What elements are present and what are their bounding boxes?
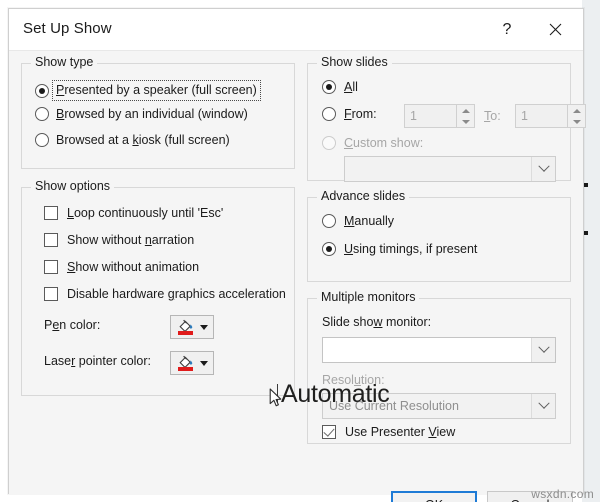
show-slides-group: Show slides All From: 1 To: 1 Custom sho… — [307, 55, 586, 182]
close-icon — [549, 23, 562, 36]
watermark: wsxdn.com — [531, 487, 594, 501]
radio-indicator-kiosk — [35, 133, 49, 147]
radio-label-presented: Presented by a speaker (full screen) — [56, 83, 257, 97]
resolution-dropdown-button[interactable] — [531, 394, 555, 418]
slide-show-monitor-combobox[interactable] — [322, 337, 556, 363]
radio-browsed-by-individual[interactable]: Browsed by an individual (window) — [35, 107, 248, 121]
multiple-monitors-legend: Multiple monitors — [317, 290, 420, 304]
advance-slides-group: Advance slides Manually Using timings, i… — [307, 189, 571, 282]
checkbox-label-loop: Loop continuously until 'Esc' — [67, 206, 224, 220]
slide-show-monitor-label-row: Slide show monitor: — [322, 315, 431, 329]
help-button[interactable]: ? — [485, 9, 529, 50]
ink-bottle-icon — [177, 318, 195, 336]
checkbox-indicator-hwaccel — [44, 287, 58, 301]
radio-indicator-from — [322, 107, 336, 121]
checkbox-label-animation: Show without animation — [67, 260, 200, 274]
dialog-titlebar: Set Up Show ? — [9, 9, 583, 51]
radio-label-timings: Using timings, if present — [344, 242, 478, 256]
chevron-down-icon-custom — [537, 160, 550, 172]
slide-show-monitor-value[interactable]: Automatic — [281, 381, 390, 407]
checkbox-show-without-narration[interactable]: Show without narration — [44, 233, 194, 247]
checkbox-label-presenter-view: Use Presenter View — [345, 425, 456, 439]
pen-color-label-row: Pen color: — [44, 318, 100, 332]
custom-show-dropdown-button[interactable] — [531, 157, 555, 181]
to-slide-label-row: To: — [484, 109, 501, 123]
mouse-cursor — [269, 388, 283, 413]
checkbox-show-without-animation[interactable]: Show without animation — [44, 260, 199, 274]
checkbox-indicator-narration — [44, 233, 58, 247]
radio-label-custom: Custom show: — [344, 136, 424, 150]
to-slide-spin-buttons[interactable] — [567, 104, 586, 128]
show-options-legend: Show options — [31, 179, 115, 193]
advance-slides-legend: Advance slides — [317, 189, 410, 203]
checkbox-label-narration: Show without narration — [67, 233, 195, 247]
show-type-legend: Show type — [31, 55, 98, 69]
radio-advance-manually[interactable]: Manually — [322, 214, 394, 228]
desktop-background-strip — [582, 0, 600, 502]
to-spin-up-button[interactable] — [568, 105, 585, 116]
dialog-title: Set Up Show — [23, 20, 112, 37]
to-slide-label: To: — [484, 109, 501, 123]
custom-show-combobox[interactable] — [344, 156, 556, 182]
slide-show-monitor-label: Slide show monitor: — [322, 315, 432, 329]
checkbox-disable-hw-accel[interactable]: Disable hardware graphics acceleration — [44, 287, 286, 301]
radio-label-manually: Manually — [344, 214, 395, 228]
from-spin-down-button[interactable] — [457, 116, 474, 127]
to-spin-down-button[interactable] — [568, 116, 585, 127]
checkbox-indicator-animation — [44, 260, 58, 274]
radio-label-all: All — [344, 80, 358, 94]
radio-advance-using-timings[interactable]: Using timings, if present — [322, 242, 477, 256]
checkbox-loop-continuously[interactable]: Loop continuously until 'Esc' — [44, 206, 223, 220]
chevron-down-icon-pen — [199, 324, 208, 330]
radio-custom-show[interactable]: Custom show: — [322, 136, 423, 150]
radio-presented-by-speaker[interactable]: Presented by a speaker (full screen) — [35, 80, 261, 101]
show-slides-legend: Show slides — [317, 55, 392, 69]
radio-indicator-manually — [322, 214, 336, 228]
from-slide-stepper[interactable]: 1 — [404, 104, 475, 128]
from-slide-value[interactable]: 1 — [404, 104, 456, 128]
radio-label-kiosk: Browsed at a kiosk (full screen) — [56, 133, 230, 147]
chevron-down-icon-monitor — [537, 341, 550, 353]
from-slide-spin-buttons[interactable] — [456, 104, 475, 128]
radio-from-to-slides[interactable]: From: — [322, 107, 377, 121]
ok-button[interactable]: OK — [391, 491, 477, 502]
checkbox-label-hwaccel: Disable hardware graphics acceleration — [67, 287, 286, 301]
laser-pointer-color-label: Laser pointer color: — [44, 354, 152, 368]
question-mark-icon: ? — [502, 20, 512, 38]
checkbox-use-presenter-view[interactable]: Use Presenter View — [322, 425, 455, 439]
set-up-show-dialog: Set Up Show ? Show type Presented by a s… — [8, 8, 586, 502]
chevron-down-icon-resolution — [537, 397, 550, 409]
pen-color-swatch — [177, 331, 193, 335]
radio-all-slides[interactable]: All — [322, 80, 358, 94]
show-options-group: Show options Loop continuously until 'Es… — [21, 179, 295, 396]
pen-color-label: Pen color: — [44, 318, 101, 332]
focus-ring-presented: Presented by a speaker (full screen) — [52, 80, 261, 101]
show-type-group: Show type Presented by a speaker (full s… — [21, 55, 295, 169]
screenshot-root: Set Up Show ? Show type Presented by a s… — [0, 0, 600, 502]
checkbox-indicator-loop — [44, 206, 58, 220]
ink-bottle-icon-laser — [177, 354, 195, 372]
to-slide-value[interactable]: 1 — [515, 104, 567, 128]
multiple-monitors-group: Multiple monitors Slide show monitor: Re… — [307, 290, 571, 444]
pen-color-button[interactable] — [170, 315, 214, 339]
radio-indicator-individual — [35, 107, 49, 121]
dialog-body: Show type Presented by a speaker (full s… — [9, 51, 586, 502]
radio-indicator-all — [322, 80, 336, 94]
laser-pointer-color-button[interactable] — [170, 351, 214, 375]
checkbox-indicator-presenter-view — [322, 425, 336, 439]
radio-label-from: From: — [344, 107, 377, 121]
radio-indicator-presented — [35, 83, 49, 98]
radio-indicator-custom — [322, 136, 336, 150]
monitor-dropdown-button[interactable] — [531, 338, 555, 362]
laser-color-swatch — [177, 367, 193, 371]
close-button[interactable] — [533, 9, 577, 50]
radio-label-individual: Browsed by an individual (window) — [56, 107, 248, 121]
laser-color-label-row: Laser pointer color: — [44, 354, 151, 368]
radio-indicator-timings — [322, 242, 336, 256]
radio-browsed-at-kiosk[interactable]: Browsed at a kiosk (full screen) — [35, 133, 230, 147]
to-slide-stepper[interactable]: 1 — [515, 104, 586, 128]
chevron-down-icon-laser — [199, 360, 208, 366]
from-spin-up-button[interactable] — [457, 105, 474, 116]
